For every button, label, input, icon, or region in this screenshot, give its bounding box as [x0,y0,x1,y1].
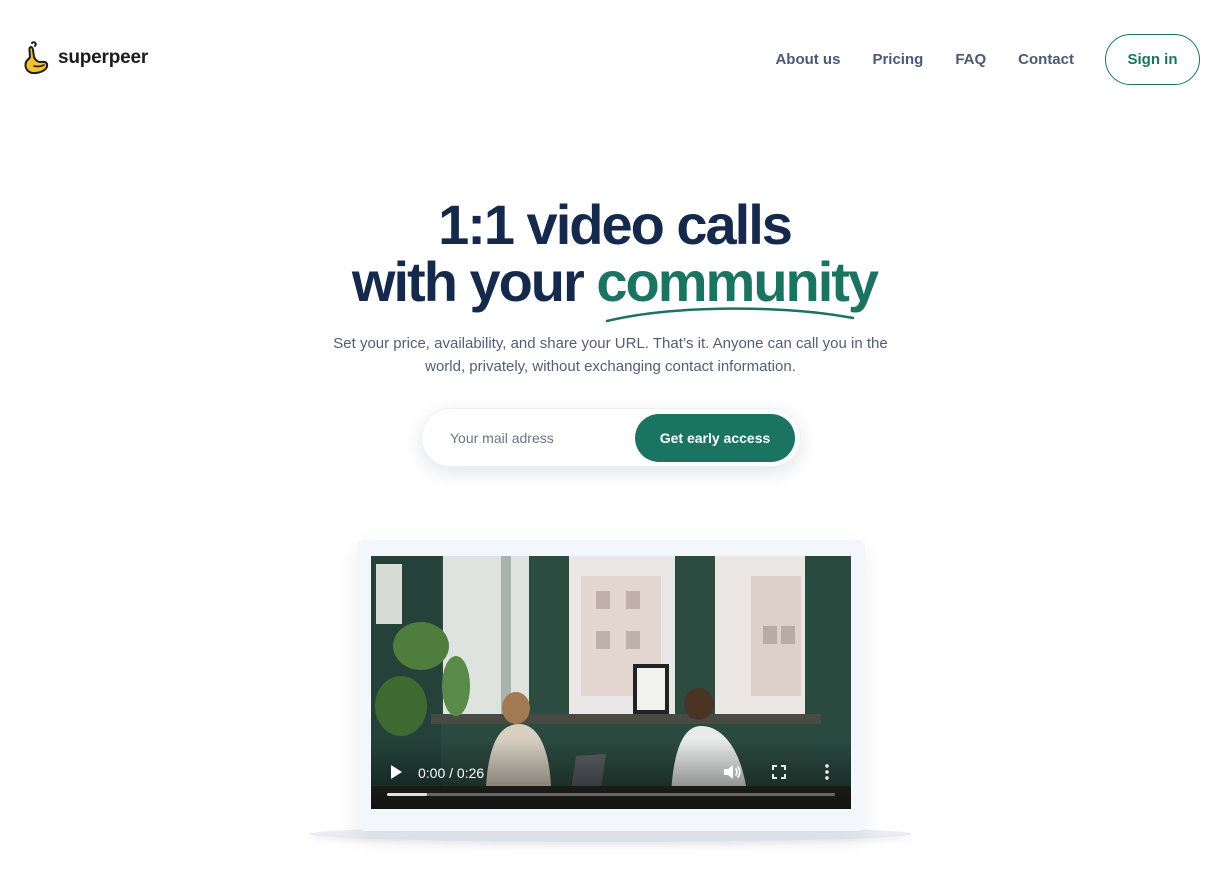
video-time: 0:00 / 0:26 [418,765,485,781]
early-access-form: Get early access [421,408,801,467]
main-nav: About us Pricing FAQ Contact Sign in [775,34,1200,85]
video-player[interactable]: 0:00 / 0:26 [371,556,851,809]
email-input[interactable] [450,429,630,446]
brand-name: superpeer [58,47,149,68]
nav-faq[interactable]: FAQ [955,35,986,85]
get-early-access-button[interactable]: Get early access [635,414,795,462]
hand-logo-icon [24,41,49,75]
video-seek-progress [387,793,428,796]
more-options-icon[interactable] [824,764,830,780]
hero-title: 1:1 video calls with your community [0,196,1229,310]
brand-logo[interactable]: superpeer [20,40,148,76]
title-underline-decoration [605,307,855,323]
video-seek-bar[interactable] [387,793,835,796]
play-icon[interactable] [389,764,403,780]
volume-icon[interactable] [723,763,741,781]
nav-about-us[interactable]: About us [775,35,840,85]
hero-subtitle: Set your price, availability, and share … [333,335,888,375]
sign-in-button[interactable]: Sign in [1105,34,1200,85]
nav-pricing[interactable]: Pricing [872,35,923,85]
hero-title-line2-prefix: with your [351,250,597,313]
fullscreen-icon[interactable] [772,765,786,779]
video-controls: 0:00 / 0:26 [371,739,851,809]
nav-contact[interactable]: Contact [1018,35,1074,85]
hero-title-line1: 1:1 video calls [438,193,793,256]
site-header: superpeer About us Pricing FAQ Contact S… [0,0,1229,120]
